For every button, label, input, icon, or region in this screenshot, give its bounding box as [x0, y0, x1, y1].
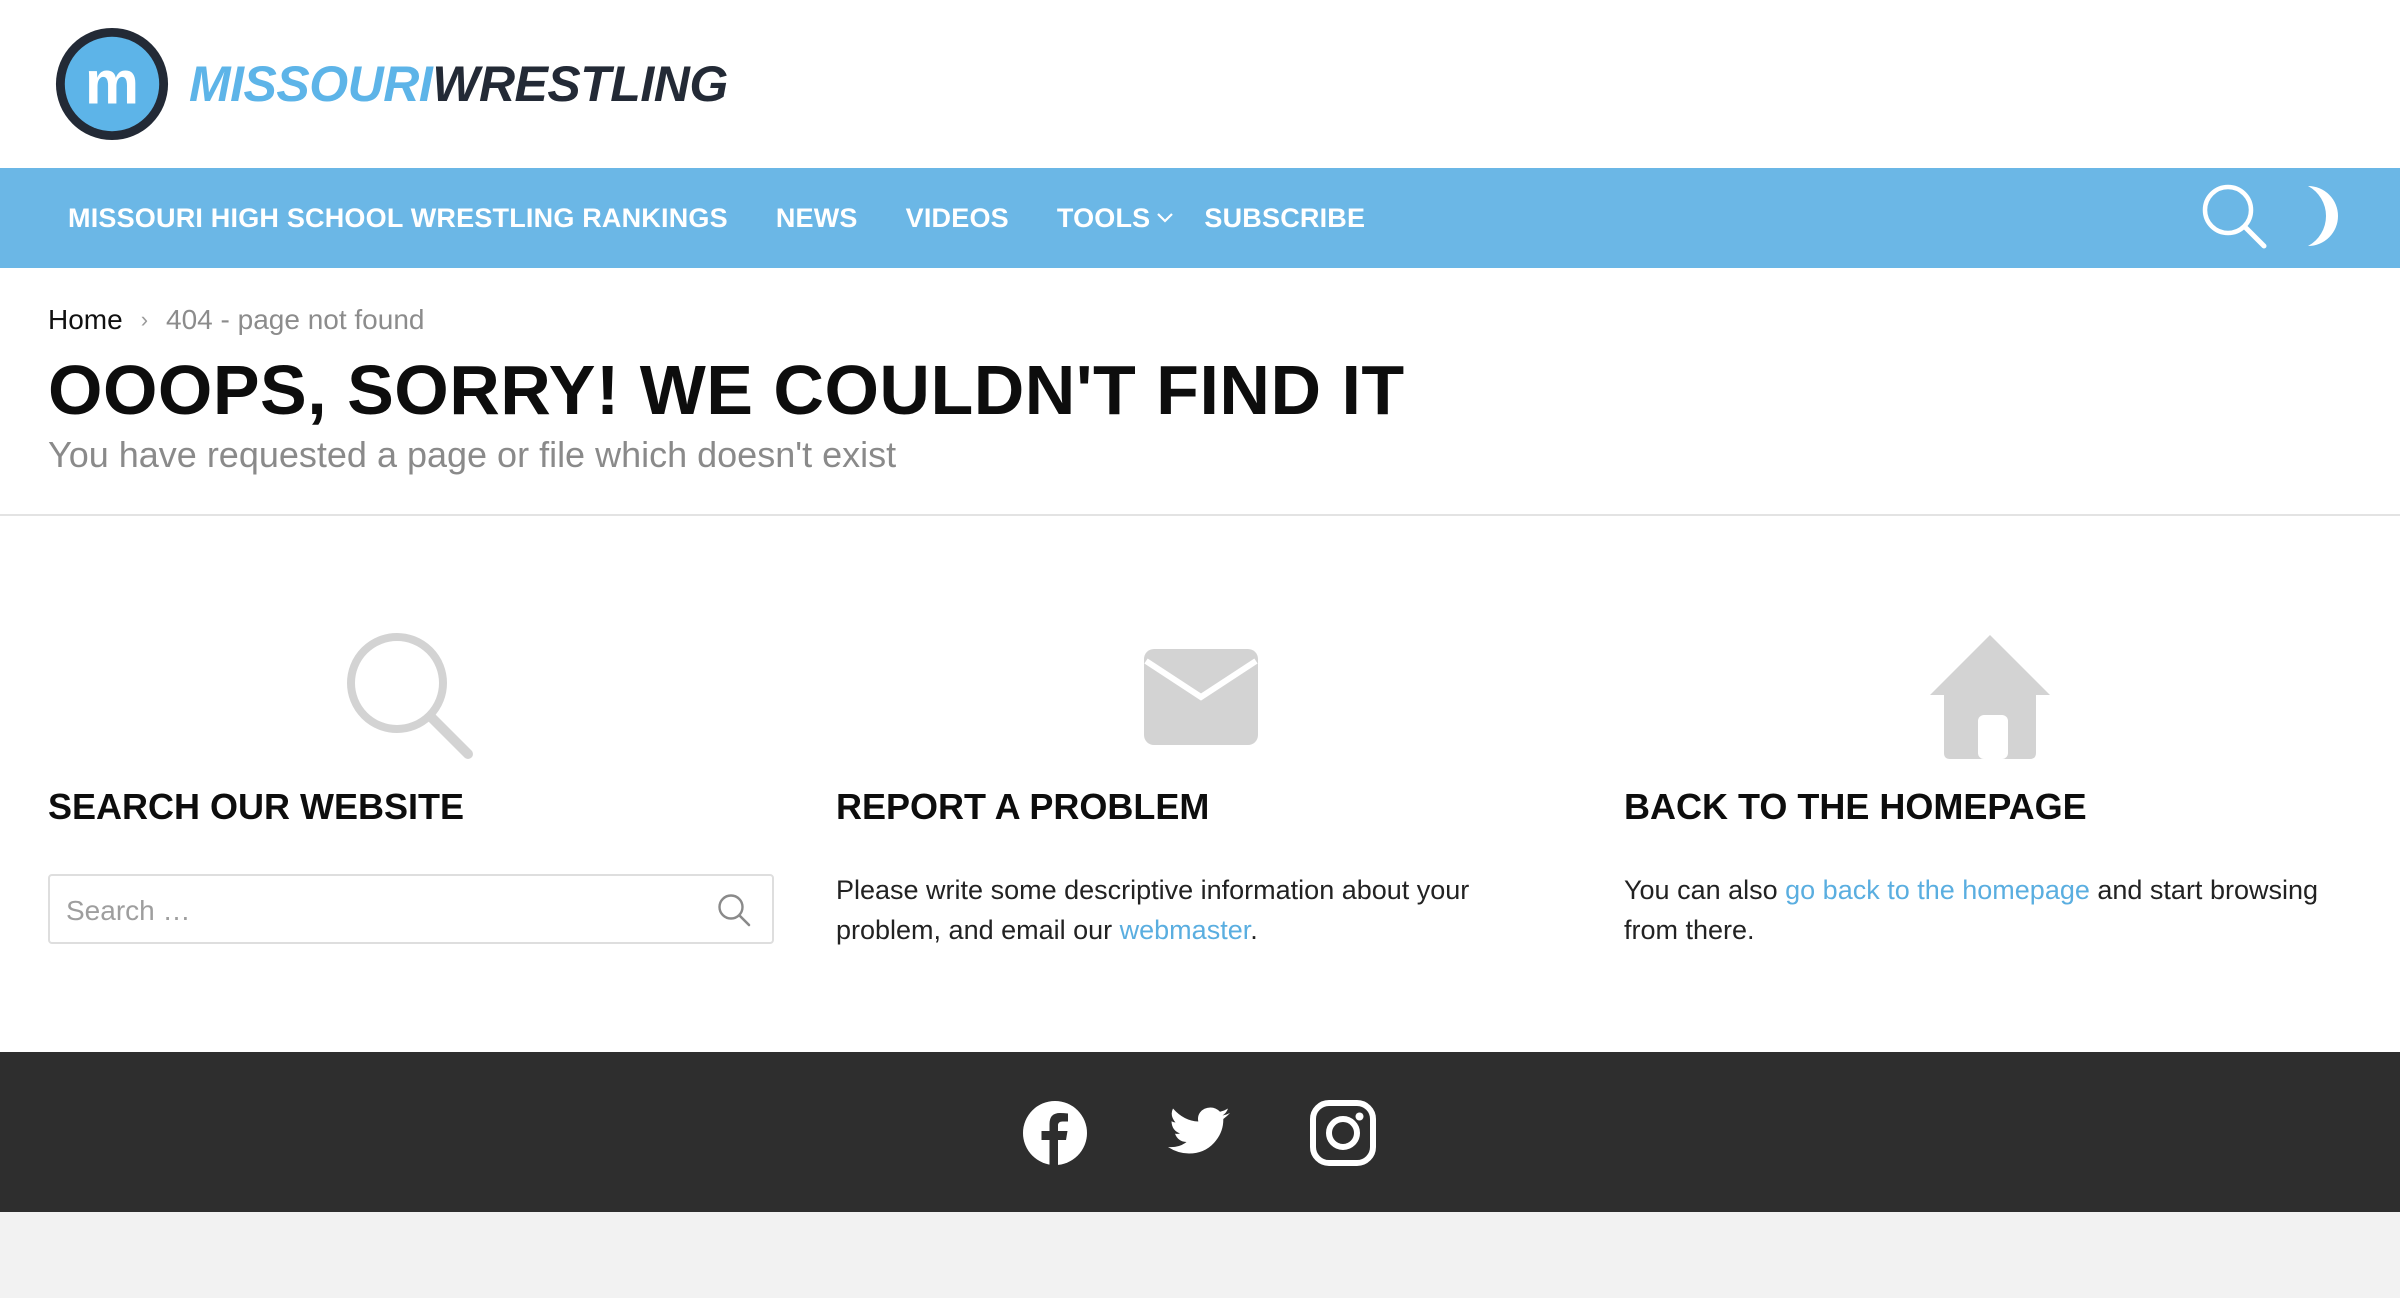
home-text-before: You can also	[1624, 875, 1786, 905]
report-text: Please write some descriptive informatio…	[836, 870, 1576, 950]
nav-item-rankings[interactable]: MISSOURI HIGH SCHOOL WRESTLING RANKINGS	[68, 203, 728, 234]
report-column: REPORT A PROBLEM Please write some descr…	[836, 516, 1566, 1052]
home-column: BACK TO THE HOMEPAGE You can also go bac…	[1624, 516, 2354, 1052]
nav-item-tools[interactable]: TOOLS	[1057, 203, 1175, 234]
page-title: OOOPS, SORRY! WE COULDN'T FIND IT	[48, 351, 1405, 429]
search-icon	[347, 633, 473, 759]
homepage-link[interactable]: go back to the homepage	[1785, 875, 2090, 905]
logo-badge-icon: m	[55, 27, 169, 141]
search-input[interactable]	[64, 886, 708, 936]
logo-text: MISSOURIWRESTLING	[189, 59, 728, 109]
breadcrumb-current: 404 - page not found	[166, 304, 425, 335]
breadcrumb-separator: ›	[140, 307, 149, 332]
breadcrumb: Home › 404 - page not found	[48, 304, 424, 336]
search-column: SEARCH OUR WEBSITE	[48, 516, 778, 1052]
content-area: SEARCH OUR WEBSITE REPORT A PROBLEM Plea…	[0, 516, 2400, 1052]
twitter-icon[interactable]	[1166, 1100, 1232, 1166]
home-icon	[1930, 635, 2050, 759]
page: m MISSOURIWRESTLING MISSOURI HIGH SCHOOL…	[0, 0, 2400, 1298]
page-subtitle: You have requested a page or file which …	[48, 434, 897, 475]
instagram-icon[interactable]	[1310, 1100, 1376, 1166]
search-title: SEARCH OUR WEBSITE	[48, 786, 465, 827]
facebook-icon[interactable]	[1022, 1100, 1088, 1166]
nav-item-label: TOOLS	[1056, 202, 1151, 233]
site-footer	[0, 1052, 2400, 1212]
report-title: REPORT A PROBLEM	[836, 786, 1210, 827]
envelope-icon	[1144, 649, 1258, 745]
nav-list: MISSOURI HIGH SCHOOL WRESTLING RANKINGS …	[68, 168, 1413, 268]
home-text: You can also go back to the homepage and…	[1624, 870, 2364, 950]
report-text-after: .	[1250, 915, 1258, 945]
home-title: BACK TO THE HOMEPAGE	[1624, 786, 2087, 827]
site-logo[interactable]: m MISSOURIWRESTLING	[53, 24, 728, 144]
breadcrumb-home-link[interactable]: Home	[48, 304, 123, 336]
moon-icon[interactable]	[2294, 184, 2346, 248]
nav-item-label: NEWS	[775, 202, 858, 233]
page-header: Home › 404 - page not found OOOPS, SORRY…	[0, 268, 2400, 516]
webmaster-link[interactable]: webmaster	[1120, 915, 1251, 945]
nav-item-label: VIDEOS	[905, 202, 1009, 233]
chevron-down-icon	[1157, 213, 1174, 223]
logo-badge-letter: m	[85, 49, 139, 117]
logo-text-missouri: MISSOURI	[189, 56, 433, 112]
site-header: m MISSOURIWRESTLING	[0, 0, 2400, 168]
nav-item-subscribe[interactable]: SUBSCRIBE	[1204, 203, 1365, 234]
search-icon[interactable]	[2200, 182, 2268, 250]
search-submit-icon[interactable]	[716, 892, 752, 928]
nav-item-label: SUBSCRIBE	[1204, 202, 1366, 233]
nav-item-news[interactable]: NEWS	[776, 203, 858, 234]
nav-item-label: MISSOURI HIGH SCHOOL WRESTLING RANKINGS	[68, 202, 728, 233]
nav-item-videos[interactable]: VIDEOS	[906, 203, 1009, 234]
search-form	[48, 874, 774, 944]
logo-text-wrestling: WRESTLING	[432, 56, 728, 112]
main-nav: MISSOURI HIGH SCHOOL WRESTLING RANKINGS …	[0, 168, 2400, 268]
